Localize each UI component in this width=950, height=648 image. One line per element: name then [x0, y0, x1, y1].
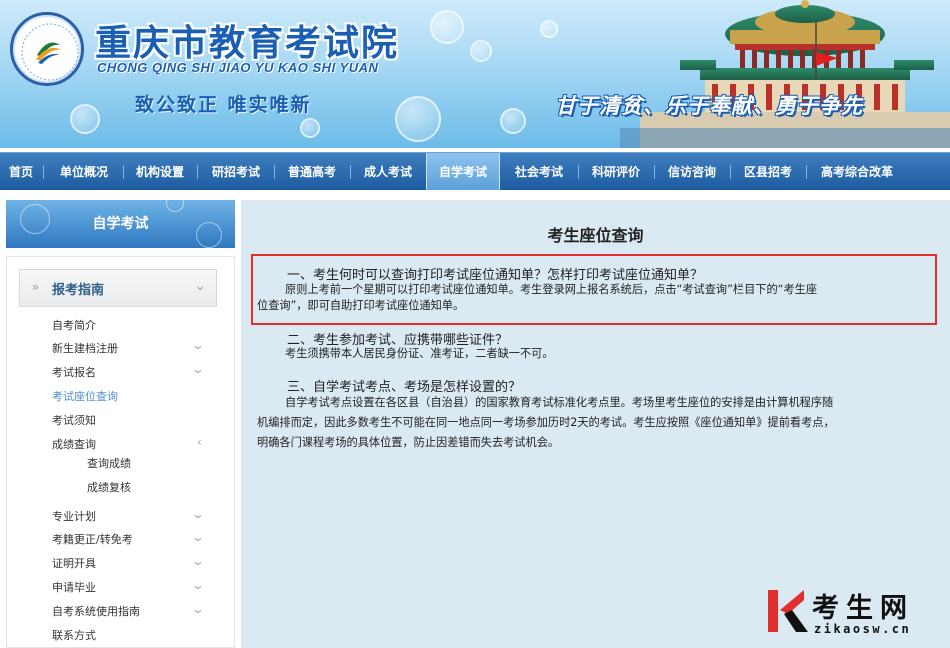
main-nav: 首页 单位概况 机构设置 研招考试 普通高考 成人考试 自学考试 社会考试 科研… — [0, 152, 950, 191]
decor-bubble — [300, 118, 320, 138]
sidebar-menu: » 报考指南 ⌄ 自考简介 新生建档注册 ⌄ 考试报名 ⌄ 考试座位查询 考试须… — [6, 256, 235, 648]
answer-3-line-2: 机编排而定，因此多数考生不可能在同一地点同一考场参加历时2天的考试。考生应按照《… — [257, 416, 835, 429]
chevron-down-icon[interactable]: ⌄ — [191, 554, 205, 568]
nav-divider — [43, 165, 44, 179]
nav-item-gaokao[interactable]: 普通高考 — [274, 153, 350, 191]
site-pinyin: CHONG QING SHI JIAO YU KAO SHI YUAN — [97, 60, 379, 75]
decor-bubble — [540, 20, 558, 38]
site-title: 重庆市教育考试院 — [95, 23, 400, 64]
watermark-name: 考生网 — [812, 593, 914, 624]
nav-item-gaokao-reform[interactable]: 高考综合改革 — [806, 153, 908, 191]
nav-item-home[interactable]: 首页 — [0, 153, 42, 191]
sidebar-item-score-query[interactable]: 成绩查询 — [52, 436, 96, 452]
sidebar-item-intro[interactable]: 自考简介 — [52, 317, 96, 333]
answer-1-line-1: 原则上考前一个星期可以打印考试座位通知单。考生登录网上报名系统后，点击“考试查询… — [285, 283, 818, 296]
sidebar-item-exam-notes[interactable]: 考试须知 — [52, 412, 96, 428]
nav-item-social-exam[interactable]: 社会考试 — [500, 153, 578, 191]
nav-item-overview[interactable]: 单位概况 — [46, 153, 122, 191]
site-motto: 致公致正 唯实唯新 — [135, 94, 312, 116]
decor-bubble — [430, 10, 464, 44]
sidebar-item-seat-query[interactable]: 考试座位查询 — [52, 388, 118, 404]
sidebar-subitem-check-score[interactable]: 查询成绩 — [87, 455, 131, 471]
decor-bubble — [470, 40, 492, 62]
main-content: 考生座位查询 一、考生何时可以查询打印考试座位通知单？怎样打印考试座位通知单？ … — [241, 200, 950, 648]
answer-2: 考生须携带本人居民身份证、准考证，二者缺一不可。 — [285, 347, 554, 360]
sidebar-subitem-score-review[interactable]: 成绩复核 — [87, 479, 131, 495]
nav-item-graduate-exam[interactable]: 研招考试 — [198, 153, 274, 191]
page-title: 考生座位查询 — [547, 226, 644, 245]
decor-bubble — [395, 96, 441, 142]
sidebar-item-major-plan[interactable]: 专业计划 — [52, 508, 96, 524]
watermark: 考生网 zikaosw.cn — [768, 586, 943, 640]
k-logo-icon — [768, 590, 808, 632]
sidebar-section-guide[interactable]: » 报考指南 ⌄ — [19, 269, 217, 307]
chevron-down-icon[interactable]: ⌄ — [191, 362, 205, 376]
chevron-down-icon[interactable]: ⌄ — [191, 530, 205, 544]
sidebar-item-certificate[interactable]: 证明开具 — [52, 555, 96, 571]
sidebar-item-graduation[interactable]: 申请毕业 — [52, 579, 96, 595]
sidebar: 自学考试 » 报考指南 ⌄ 自考简介 新生建档注册 ⌄ 考试报名 ⌄ 考试座位查… — [6, 200, 235, 648]
sidebar-item-record-correction[interactable]: 考籍更正/转免考 — [52, 531, 133, 547]
decor-bubble — [20, 204, 50, 234]
double-chevron-right-icon: » — [32, 280, 40, 294]
question-3: 三、自学考试考点、考场是怎样设置的？ — [287, 380, 522, 395]
chevron-down-icon[interactable]: ⌄ — [191, 338, 205, 352]
nav-item-self-study-exam[interactable]: 自学考试 — [426, 153, 500, 191]
nav-item-consultation[interactable]: 信访咨询 — [654, 153, 730, 191]
decor-bubble — [166, 200, 184, 212]
nav-item-research[interactable]: 科研评价 — [578, 153, 654, 191]
nav-item-district-exam[interactable]: 区县招考 — [730, 153, 806, 191]
answer-3-line-3: 明确各门课程考场的具体位置，防止因差错而失去考试机会。 — [257, 436, 560, 449]
answer-1-line-2: 位查询”，即可自助打印考试座位通知单。 — [257, 299, 465, 312]
decor-bubble — [70, 104, 100, 134]
site-slogan: 甘于清贫、乐于奉献、勇于争先 — [555, 94, 863, 118]
sidebar-item-system-guide[interactable]: 自考系统使用指南 — [52, 603, 140, 619]
sidebar-item-exam-signup[interactable]: 考试报名 — [52, 364, 96, 380]
great-hall-building-icon — [620, 0, 950, 148]
decor-bubble — [196, 222, 222, 248]
nav-item-adult-exam[interactable]: 成人考试 — [350, 153, 426, 191]
nav-gap — [0, 190, 950, 200]
chevron-down-icon[interactable]: ⌄ — [191, 578, 205, 592]
chevron-down-icon[interactable]: ⌄ — [191, 507, 205, 521]
chevron-left-icon[interactable]: ‹ — [197, 435, 202, 449]
sidebar-item-registration[interactable]: 新生建档注册 — [52, 340, 118, 356]
exam-authority-logo-icon[interactable] — [10, 12, 84, 86]
answer-3-line-1: 自学考试考点设置在各区县（自治县）的国家教育考试标准化考点里。考场里考生座位的安… — [285, 396, 834, 409]
nav-item-organization[interactable]: 机构设置 — [124, 153, 196, 191]
sidebar-section-label: 报考指南 — [52, 283, 105, 298]
sidebar-heading: 自学考试 — [6, 200, 235, 248]
header-banner: 重庆市教育考试院 CHONG QING SHI JIAO YU KAO SHI … — [0, 0, 950, 148]
chevron-down-icon: ⌄ — [194, 278, 206, 294]
chevron-down-icon[interactable]: ⌄ — [191, 602, 205, 616]
decor-bubble — [500, 108, 526, 134]
sidebar-item-contact[interactable]: 联系方式 — [52, 627, 96, 643]
watermark-url: zikaosw.cn — [814, 622, 912, 636]
sidebar-heading-text: 自学考试 — [92, 216, 149, 232]
